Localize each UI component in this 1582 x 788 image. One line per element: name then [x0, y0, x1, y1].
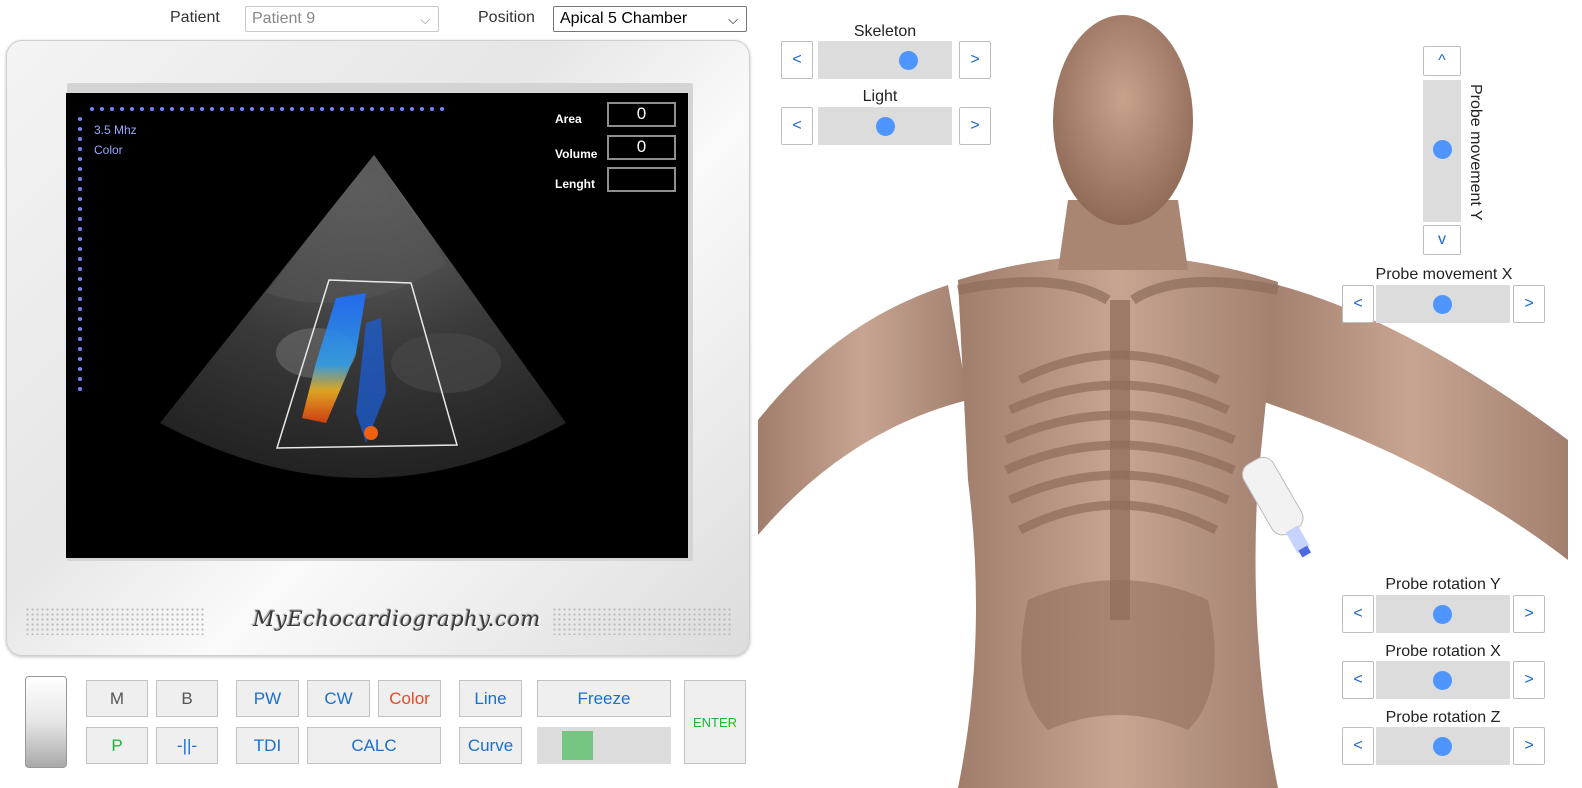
rotation-y-title: Probe rotation Y [1385, 576, 1501, 593]
rotation-x-decrease-button[interactable]: < [1342, 661, 1374, 699]
speaker-grille-left [25, 607, 205, 635]
pw-button[interactable]: PW [236, 680, 299, 717]
echo-sector-image [160, 155, 566, 478]
chevron-down-icon: ⌵ [420, 12, 430, 27]
ultrasound-screen: 3.5 Mhz Color Area 0 Volume 0 Lenght [66, 93, 688, 558]
split-button[interactable]: -||- [156, 727, 218, 764]
patient-label: Patient [170, 9, 220, 26]
rotation-y-slider[interactable] [1376, 595, 1510, 633]
rotation-x-increase-button[interactable]: > [1513, 661, 1545, 699]
rotation-x-slider[interactable] [1376, 661, 1510, 699]
rotation-z-slider-knob[interactable] [1433, 737, 1452, 756]
rotation-z-title: Probe rotation Z [1385, 709, 1501, 726]
rotation-z-slider[interactable] [1376, 727, 1510, 765]
light-slider[interactable] [818, 107, 952, 145]
freeze-button[interactable]: Freeze [537, 680, 671, 717]
rotation-x-slider-knob[interactable] [1433, 671, 1452, 690]
probe-y-down-button[interactable]: v [1423, 225, 1461, 255]
position-label: Position [478, 9, 535, 26]
brand-logo: MyEchocardiography.com [253, 607, 541, 631]
probe-x-decrease-button[interactable]: < [1342, 285, 1374, 323]
rotation-y-increase-button[interactable]: > [1513, 595, 1545, 633]
rotation-y-slider-knob[interactable] [1433, 605, 1452, 624]
skeleton-slider[interactable] [818, 41, 952, 79]
cw-button[interactable]: CW [307, 680, 370, 717]
rotation-z-decrease-button[interactable]: < [1342, 727, 1374, 765]
patient-select[interactable]: Patient 9 ⌵ [245, 6, 439, 32]
light-title: Light [862, 88, 898, 105]
curve-button[interactable]: Curve [459, 727, 522, 764]
enter-button[interactable]: ENTER [684, 680, 746, 764]
rotation-z-increase-button[interactable]: > [1513, 727, 1545, 765]
probe-y-up-button[interactable]: ^ [1423, 46, 1461, 76]
probe-y-title: Probe movement Y [1467, 84, 1484, 221]
position-select[interactable]: Apical 5 Chamber ⌵ [553, 6, 747, 32]
patient-select-value: Patient 9 [252, 10, 316, 27]
skeleton-slider-knob[interactable] [899, 51, 918, 70]
light-slider-knob[interactable] [876, 117, 895, 136]
probe-y-slider-knob[interactable] [1433, 140, 1452, 159]
probe-x-slider[interactable] [1376, 285, 1510, 323]
probe-x-slider-knob[interactable] [1433, 295, 1452, 314]
probe-x-title: Probe movement X [1375, 266, 1513, 283]
chevron-down-icon: ⌵ [728, 12, 738, 27]
rotation-x-title: Probe rotation X [1385, 643, 1501, 660]
skeleton-decrease-button[interactable]: < [781, 41, 813, 79]
light-decrease-button[interactable]: < [781, 107, 813, 145]
m-mode-button[interactable]: M [86, 680, 148, 717]
cine-slider[interactable] [537, 727, 671, 764]
p-button[interactable]: P [86, 727, 148, 764]
speaker-grille-right [552, 607, 732, 635]
gain-slider[interactable] [25, 676, 67, 768]
probe-x-increase-button[interactable]: > [1513, 285, 1545, 323]
tdi-button[interactable]: TDI [236, 727, 299, 764]
skeleton-increase-button[interactable]: > [959, 41, 991, 79]
calc-button[interactable]: CALC [307, 727, 441, 764]
color-button[interactable]: Color [378, 680, 441, 717]
cine-slider-thumb[interactable] [562, 731, 593, 760]
rotation-y-decrease-button[interactable]: < [1342, 595, 1374, 633]
position-select-value: Apical 5 Chamber [560, 10, 688, 27]
line-button[interactable]: Line [459, 680, 522, 717]
b-mode-button[interactable]: B [156, 680, 218, 717]
skeleton-title: Skeleton [853, 23, 917, 40]
probe-y-slider[interactable] [1423, 80, 1461, 222]
light-increase-button[interactable]: > [959, 107, 991, 145]
